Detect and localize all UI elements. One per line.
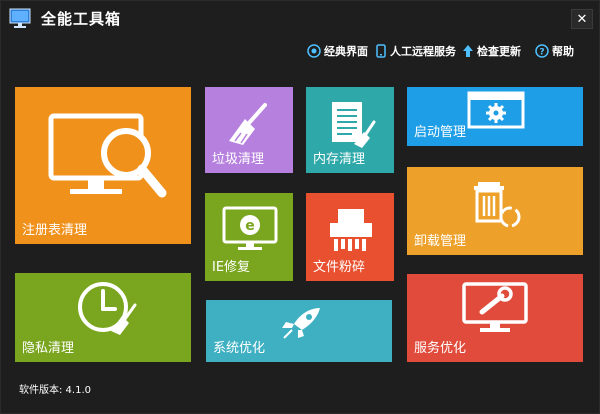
tile-ie-label: IE修复 <box>212 260 251 275</box>
close-button[interactable]: ✕ <box>571 9 593 29</box>
classic-ui-button[interactable]: 经典界面 <box>307 41 368 61</box>
app-window: 全能工具箱 ✕ 经典界面 人工远程服务 检查更新 ? 帮助 注册表清理 垃圾清理… <box>0 0 600 414</box>
help-button[interactable]: ? 帮助 <box>535 41 574 61</box>
broom-icon <box>229 103 267 145</box>
remote-service-button[interactable]: 人工远程服务 <box>375 41 456 61</box>
version-text: 软件版本: 4.1.0 <box>19 385 91 396</box>
tile-shred-label: 文件粉碎 <box>313 260 366 275</box>
window-title: 全能工具箱 <box>41 10 122 28</box>
check-update-button[interactable]: 检查更新 <box>462 41 521 61</box>
remote-service-label: 人工远程服务 <box>390 45 456 58</box>
tile-privacy-label: 隐私清理 <box>22 341 75 356</box>
tile-junk-label: 垃圾清理 <box>212 152 265 167</box>
tile-ie-repair[interactable]: e IE修复 <box>205 193 293 281</box>
shredder-icon <box>330 209 372 251</box>
tile-uninstall-manage[interactable]: 卸载管理 <box>407 167 583 255</box>
monitor-ie-icon: e <box>222 206 278 250</box>
tile-service-label: 服务优化 <box>414 341 467 356</box>
title-bar: 全能工具箱 ✕ <box>1 1 600 35</box>
tile-privacy-clean[interactable]: 隐私清理 <box>15 273 191 362</box>
monitor-app-icon <box>9 8 31 28</box>
tile-startup-manage[interactable]: 启动管理 <box>407 87 583 146</box>
tile-junk-clean[interactable]: 垃圾清理 <box>205 87 293 173</box>
tile-system-optimize[interactable]: 系统优化 <box>206 300 392 362</box>
tile-startup-label: 启动管理 <box>414 125 467 140</box>
tile-service-optimize[interactable]: 服务优化 <box>407 274 583 362</box>
tile-memory-label: 内存清理 <box>313 152 366 167</box>
rocket-icon <box>282 308 320 339</box>
help-label: 帮助 <box>552 45 574 58</box>
svg-text:e: e <box>245 218 255 234</box>
svg-text:?: ? <box>539 48 544 58</box>
remote-service-icon <box>376 44 386 58</box>
classic-ui-label: 经典界面 <box>324 45 368 58</box>
help-icon: ? <box>535 44 549 58</box>
upload-arrow-icon <box>463 45 473 57</box>
tile-registry-clean[interactable]: 注册表清理 <box>15 87 191 244</box>
toolbar: 经典界面 人工远程服务 检查更新 ? 帮助 <box>1 41 600 61</box>
document-broom-icon <box>332 102 376 148</box>
monitor-wrench-icon <box>462 282 528 332</box>
check-update-label: 检查更新 <box>477 45 521 58</box>
classic-ui-icon <box>307 44 321 58</box>
recycle-bin-icon <box>474 182 521 228</box>
monitor-magnifier-icon <box>48 113 167 198</box>
tile-registry-label: 注册表清理 <box>22 223 88 238</box>
tile-optimize-label: 系统优化 <box>213 341 266 356</box>
window-gear-icon <box>467 91 525 129</box>
tile-file-shred[interactable]: 文件粉碎 <box>306 193 394 281</box>
tile-memory-clean[interactable]: 内存清理 <box>306 87 394 173</box>
clock-broom-icon <box>78 282 137 335</box>
tile-uninstall-label: 卸载管理 <box>414 234 467 249</box>
